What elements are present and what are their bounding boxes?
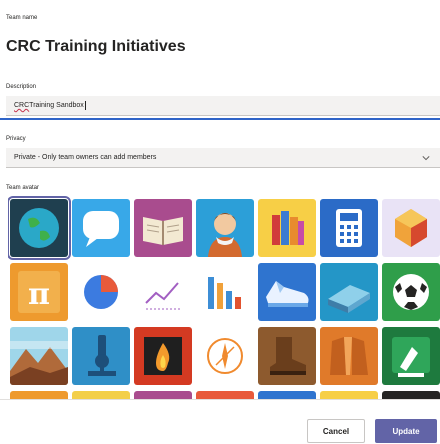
cancel-button[interactable]: Cancel [307, 419, 365, 443]
privacy-value: Private - Only team owners can add membe… [14, 154, 157, 161]
avatar-tile-orange[interactable] [10, 391, 68, 399]
update-button[interactable]: Update [375, 419, 437, 443]
boot-icon[interactable] [258, 327, 316, 385]
privacy-label: Privacy [6, 136, 26, 142]
bar-chart-icon[interactable] [196, 263, 254, 321]
coats-icon[interactable] [320, 327, 378, 385]
pi-icon[interactable]: π [10, 263, 68, 321]
books-stack-icon[interactable] [258, 199, 316, 257]
team-avatar-label: Team avatar [6, 185, 40, 191]
ruler-block-icon[interactable] [320, 263, 378, 321]
privacy-dropdown[interactable]: Private - Only team owners can add membe… [6, 148, 440, 168]
line-graph-icon[interactable] [134, 263, 192, 321]
chevron-down-icon [422, 155, 430, 160]
description-value-rest: Training Sandbox [29, 102, 84, 109]
calculator-icon[interactable] [320, 199, 378, 257]
running-shoe-icon[interactable] [258, 263, 316, 321]
team-name-field[interactable]: CRC Training Initiatives [6, 38, 186, 56]
open-book-icon[interactable] [134, 199, 192, 257]
description-focus-line [0, 118, 440, 120]
earth-icon[interactable] [8, 196, 71, 260]
avatar-tile-red[interactable] [196, 391, 254, 399]
text-caret [84, 101, 86, 110]
description-value-misspelled: CRC [14, 102, 30, 109]
landscape-icon[interactable] [10, 327, 68, 385]
compass-icon[interactable] [196, 327, 254, 385]
geometric-shapes-icon[interactable] [382, 199, 440, 257]
fire-icon[interactable] [134, 327, 192, 385]
avatar-tile-dark[interactable] [382, 391, 440, 399]
microscope-icon[interactable] [72, 327, 130, 385]
avatar-tile-gold[interactable] [320, 391, 378, 399]
svg-text:π: π [28, 277, 50, 312]
speech-bubble-icon[interactable] [72, 199, 130, 257]
paintbrush-easel-icon[interactable] [382, 327, 440, 385]
edit-team-dialog: Team name CRC Training Initiatives Descr… [0, 0, 440, 444]
shakespeare-icon[interactable] [196, 199, 254, 257]
team-name-label: Team name [6, 15, 38, 21]
avatar-tile-yellow[interactable] [72, 391, 130, 399]
description-field[interactable]: CRC Training Sandbox [6, 96, 440, 116]
description-label: Description [6, 84, 37, 90]
soccer-ball-icon[interactable] [382, 263, 440, 321]
pie-chart-icon[interactable] [72, 263, 130, 321]
avatar-grid: π [8, 193, 440, 399]
avatar-tile-purple[interactable] [134, 391, 192, 399]
footer-divider [0, 399, 440, 400]
avatar-tile-blue[interactable] [258, 391, 316, 399]
